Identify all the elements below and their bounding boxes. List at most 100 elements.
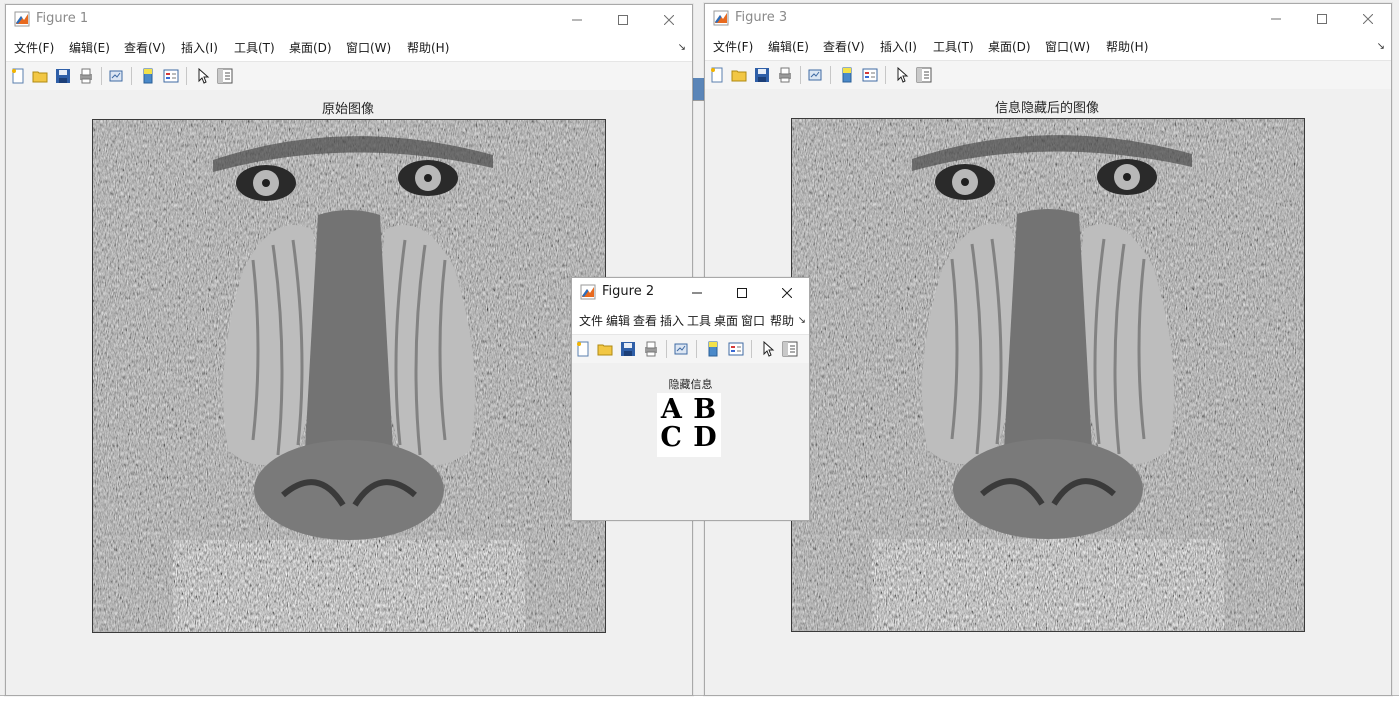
axes-title: 原始图像 [321, 102, 374, 117]
toolbar-separator [800, 66, 801, 84]
minimize-button[interactable] [674, 278, 719, 308]
link-plot-icon[interactable] [806, 66, 824, 84]
insert-colorbar-icon[interactable] [139, 67, 157, 85]
menu-edit[interactable]: 编辑(E) [768, 38, 809, 55]
axes-title: 隐藏信息 [668, 378, 713, 391]
close-icon [664, 15, 674, 25]
figure-toolbar [572, 335, 809, 364]
open-file-icon[interactable] [596, 340, 614, 358]
menu-tools[interactable]: 工具 [687, 312, 711, 329]
maximize-icon [736, 288, 747, 298]
new-figure-icon[interactable] [574, 340, 592, 358]
new-figure-icon[interactable] [708, 66, 726, 84]
menu-view[interactable]: 查看 [633, 312, 657, 329]
minimize-button[interactable] [1253, 4, 1299, 34]
print-figure-icon[interactable] [77, 67, 95, 85]
minimize-icon [572, 19, 582, 21]
close-button[interactable] [1345, 4, 1391, 34]
menu-help[interactable]: 帮助(H) [1106, 38, 1148, 55]
new-figure-icon[interactable] [9, 67, 27, 85]
menu-bar: 文件(F) 编辑(E) 查看(V) 插入(I) 工具(T) 桌面(D) 窗口(W… [705, 34, 1391, 61]
menu-insert[interactable]: 插入(I) [181, 39, 218, 56]
menu-file[interactable]: 文件(F) [14, 39, 54, 56]
close-button[interactable] [646, 5, 692, 35]
open-file-icon[interactable] [31, 67, 49, 85]
save-figure-icon[interactable] [753, 66, 771, 84]
menu-insert[interactable]: 插入(I) [880, 38, 917, 55]
menu-desktop[interactable]: 桌面(D) [289, 39, 332, 56]
toolbar-separator [751, 340, 752, 358]
toolbar-separator [666, 340, 667, 358]
figure-2-canvas[interactable]: 隐藏信息 A B C D [572, 363, 809, 520]
menu-window[interactable]: 窗口(W) [1045, 38, 1090, 55]
menu-file[interactable]: 文件 [579, 312, 603, 329]
open-file-icon[interactable] [730, 66, 748, 84]
figure-3-titlebar[interactable]: Figure 3 [705, 4, 1391, 34]
maximize-icon [1317, 14, 1327, 24]
dock-arrow-icon[interactable]: ↘ [1377, 41, 1385, 52]
maximize-button[interactable] [600, 5, 646, 35]
close-button[interactable] [764, 278, 809, 308]
menu-insert[interactable]: 插入 [660, 312, 684, 329]
menu-tools[interactable]: 工具(T) [933, 38, 974, 55]
menu-desktop[interactable]: 桌面 [714, 312, 738, 329]
dock-arrow-icon[interactable]: ↘ [678, 42, 686, 53]
menu-edit[interactable]: 编辑 [606, 312, 630, 329]
window-title: Figure 2 [602, 284, 655, 299]
toolbar-separator [830, 66, 831, 84]
figure-2-window[interactable]: Figure 2 文件 编辑 查看 插入 工具 桌面 窗口 帮助 ↘ 隐藏信息 … [571, 277, 810, 521]
original-image [92, 119, 606, 633]
menu-file[interactable]: 文件(F) [713, 38, 753, 55]
insert-legend-icon[interactable] [162, 67, 180, 85]
menu-view[interactable]: 查看(V) [823, 38, 865, 55]
window-title: Figure 1 [36, 11, 89, 26]
menu-edit[interactable]: 编辑(E) [69, 39, 110, 56]
insert-legend-icon[interactable] [727, 340, 745, 358]
menu-bar: 文件(F) 编辑(E) 查看(V) 插入(I) 工具(T) 桌面(D) 窗口(W… [6, 35, 692, 62]
maximize-button[interactable] [1299, 4, 1345, 34]
minimize-icon [1271, 18, 1281, 20]
menu-bar: 文件 编辑 查看 插入 工具 桌面 窗口 帮助 ↘ [572, 308, 809, 335]
print-figure-icon[interactable] [642, 340, 660, 358]
minimize-icon [691, 292, 702, 294]
link-plot-icon[interactable] [107, 67, 125, 85]
toolbar-separator [131, 67, 132, 85]
save-figure-icon[interactable] [54, 67, 72, 85]
figure-1-titlebar[interactable]: Figure 1 [6, 5, 692, 35]
insert-colorbar-icon[interactable] [704, 340, 722, 358]
figure-toolbar [705, 61, 1391, 90]
figure-2-titlebar[interactable]: Figure 2 [572, 278, 809, 308]
open-property-inspector-icon[interactable] [781, 340, 799, 358]
toolbar-separator [696, 340, 697, 358]
insert-colorbar-icon[interactable] [838, 66, 856, 84]
dock-arrow-icon[interactable]: ↘ [797, 315, 806, 326]
edit-plot-icon[interactable] [194, 67, 212, 85]
minimize-button[interactable] [554, 5, 600, 35]
menu-help[interactable]: 帮助(H) [407, 39, 449, 56]
matlab-logo-icon [14, 11, 30, 27]
matlab-logo-icon [713, 10, 729, 26]
print-figure-icon[interactable] [776, 66, 794, 84]
menu-view[interactable]: 查看(V) [124, 39, 166, 56]
edit-plot-icon[interactable] [759, 340, 777, 358]
menu-window[interactable]: 窗口 [741, 312, 765, 329]
figure-toolbar [6, 62, 692, 91]
matlab-logo-icon [580, 284, 596, 300]
link-plot-icon[interactable] [672, 340, 690, 358]
maximize-button[interactable] [719, 278, 764, 308]
stego-image [791, 118, 1305, 632]
toolbar-separator [885, 66, 886, 84]
open-property-inspector-icon[interactable] [216, 67, 234, 85]
window-controls [1253, 4, 1391, 34]
insert-legend-icon[interactable] [861, 66, 879, 84]
save-figure-icon[interactable] [619, 340, 637, 358]
menu-window[interactable]: 窗口(W) [346, 39, 391, 56]
hidden-message-image: A B C D [657, 393, 721, 457]
hidden-text-line: C D [660, 422, 718, 453]
menu-desktop[interactable]: 桌面(D) [988, 38, 1031, 55]
edit-plot-icon[interactable] [893, 66, 911, 84]
menu-help[interactable]: 帮助 [770, 312, 794, 329]
open-property-inspector-icon[interactable] [915, 66, 933, 84]
menu-tools[interactable]: 工具(T) [234, 39, 275, 56]
axes-title: 信息隐藏后的图像 [994, 101, 1099, 116]
